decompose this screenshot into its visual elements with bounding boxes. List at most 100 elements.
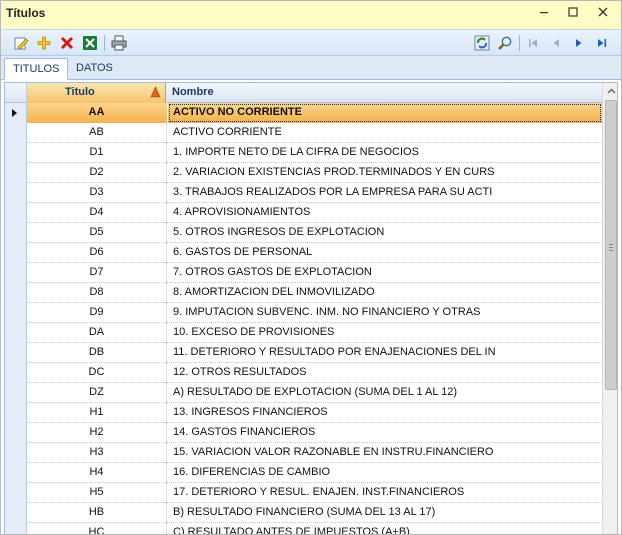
- cell-titulo[interactable]: DA: [27, 323, 167, 343]
- row-indicator[interactable]: [5, 183, 27, 203]
- table-row[interactable]: D8 8. AMORTIZACION DEL INMOVILIZADO: [5, 283, 602, 303]
- table-row[interactable]: H1 13. INGRESOS FINANCIEROS: [5, 403, 602, 423]
- table-row[interactable]: H3 15. VARIACION VALOR RAZONABLE EN INSTR…: [5, 443, 602, 463]
- cell-titulo[interactable]: H1: [27, 403, 167, 423]
- add-icon[interactable]: [35, 34, 53, 52]
- cell-nombre[interactable]: A) RESULTADO DE EXPLOTACION (SUMA DEL 1 …: [168, 383, 602, 403]
- row-indicator[interactable]: [5, 403, 27, 423]
- row-indicator[interactable]: [5, 343, 27, 363]
- row-indicator[interactable]: [5, 283, 27, 303]
- cell-nombre[interactable]: 10. EXCESO DE PROVISIONES: [168, 323, 602, 343]
- row-indicator[interactable]: [5, 223, 27, 243]
- cell-nombre[interactable]: 9. IMPUTACION SUBVENC. INM. NO FINANCIER…: [168, 303, 602, 323]
- row-indicator[interactable]: [5, 483, 27, 503]
- row-indicator[interactable]: [5, 423, 27, 443]
- cell-nombre[interactable]: 4. APROVISIONAMIENTOS: [168, 203, 602, 223]
- row-indicator[interactable]: [5, 123, 27, 143]
- cell-nombre[interactable]: 1. IMPORTE NETO DE LA CIFRA DE NEGOCIOS: [168, 143, 602, 163]
- row-indicator[interactable]: [5, 383, 27, 403]
- cell-titulo[interactable]: DC: [27, 363, 167, 383]
- table-row[interactable]: HB B) RESULTADO FINANCIERO (SUMA DEL 13 A…: [5, 503, 602, 523]
- cell-titulo[interactable]: HB: [27, 503, 167, 523]
- cell-nombre[interactable]: 3. TRABAJOS REALIZADOS POR LA EMPRESA PA…: [168, 183, 602, 203]
- column-header-titulo[interactable]: Titulo: [27, 83, 166, 103]
- cell-titulo[interactable]: D6: [27, 243, 167, 263]
- cell-nombre[interactable]: 13. INGRESOS FINANCIEROS: [168, 403, 602, 423]
- cell-titulo[interactable]: H3: [27, 443, 167, 463]
- row-indicator[interactable]: [5, 263, 27, 283]
- table-row[interactable]: AA ACTIVO NO CORRIENTE: [5, 103, 602, 123]
- table-row[interactable]: DB 11. DETERIORO Y RESULTADO POR ENAJENAC…: [5, 343, 602, 363]
- cell-titulo[interactable]: AB: [27, 123, 167, 143]
- cell-titulo[interactable]: H4: [27, 463, 167, 483]
- edit-icon[interactable]: [12, 34, 30, 52]
- row-indicator[interactable]: [5, 323, 27, 343]
- table-row[interactable]: D3 3. TRABAJOS REALIZADOS POR LA EMPRESA …: [5, 183, 602, 203]
- vertical-scrollbar[interactable]: [602, 83, 617, 534]
- table-row[interactable]: H4 16. DIFERENCIAS DE CAMBIO: [5, 463, 602, 483]
- cell-titulo[interactable]: D8: [27, 283, 167, 303]
- cell-nombre[interactable]: 17. DETERIORO Y RESUL. ENAJEN. INST.FINA…: [168, 483, 602, 503]
- table-row[interactable]: DA 10. EXCESO DE PROVISIONES: [5, 323, 602, 343]
- scroll-up-arrow[interactable]: [603, 83, 617, 99]
- cell-titulo[interactable]: D3: [27, 183, 167, 203]
- cell-nombre[interactable]: 11. DETERIORO Y RESULTADO POR ENAJENACIO…: [168, 343, 602, 363]
- table-row[interactable]: DZ A) RESULTADO DE EXPLOTACION (SUMA DEL …: [5, 383, 602, 403]
- cell-titulo[interactable]: D5: [27, 223, 167, 243]
- cell-nombre[interactable]: 8. AMORTIZACION DEL INMOVILIZADO: [168, 283, 602, 303]
- cell-titulo[interactable]: DB: [27, 343, 167, 363]
- previous-record-icon[interactable]: [547, 34, 565, 52]
- cell-titulo[interactable]: D2: [27, 163, 167, 183]
- tab-datos[interactable]: DATOS: [68, 58, 121, 80]
- cell-nombre[interactable]: 15. VARIACION VALOR RAZONABLE EN INSTRU.…: [168, 443, 602, 463]
- row-indicator[interactable]: [5, 363, 27, 383]
- table-row[interactable]: HC C) RESULTADO ANTES DE IMPUESTOS (A+B): [5, 523, 602, 534]
- cell-titulo[interactable]: D9: [27, 303, 167, 323]
- table-row[interactable]: H2 14. GASTOS FINANCIEROS: [5, 423, 602, 443]
- cell-nombre[interactable]: 5. OTROS INGRESOS DE EXPLOTACION: [168, 223, 602, 243]
- cell-nombre[interactable]: 14. GASTOS FINANCIEROS: [168, 423, 602, 443]
- cell-titulo[interactable]: AA: [27, 103, 167, 123]
- cell-nombre[interactable]: 16. DIFERENCIAS DE CAMBIO: [168, 463, 602, 483]
- refresh-icon[interactable]: [473, 34, 491, 52]
- cell-titulo[interactable]: HC: [27, 523, 167, 534]
- cell-nombre[interactable]: ACTIVO NO CORRIENTE: [168, 103, 602, 123]
- maximize-button[interactable]: [560, 3, 586, 25]
- cell-nombre[interactable]: 6. GASTOS DE PERSONAL: [168, 243, 602, 263]
- cell-nombre[interactable]: C) RESULTADO ANTES DE IMPUESTOS (A+B): [168, 523, 602, 534]
- table-row[interactable]: H5 17. DETERIORO Y RESUL. ENAJEN. INST.FI…: [5, 483, 602, 503]
- table-row[interactable]: D1 1. IMPORTE NETO DE LA CIFRA DE NEGOCIO…: [5, 143, 602, 163]
- row-indicator[interactable]: [5, 103, 27, 123]
- tab-titulos[interactable]: TITULOS: [4, 58, 69, 80]
- table-row[interactable]: D9 9. IMPUTACION SUBVENC. INM. NO FINANCI…: [5, 303, 602, 323]
- close-button[interactable]: [590, 3, 616, 25]
- row-indicator[interactable]: [5, 203, 27, 223]
- table-row[interactable]: D2 2. VARIACION EXISTENCIAS PROD.TERMINAD…: [5, 163, 602, 183]
- table-row[interactable]: AB ACTIVO CORRIENTE: [5, 123, 602, 143]
- cell-titulo[interactable]: D1: [27, 143, 167, 163]
- row-indicator[interactable]: [5, 503, 27, 523]
- table-row[interactable]: DC 12. OTROS RESULTADOS: [5, 363, 602, 383]
- cell-nombre[interactable]: ACTIVO CORRIENTE: [168, 123, 602, 143]
- table-row[interactable]: D5 5. OTROS INGRESOS DE EXPLOTACION: [5, 223, 602, 243]
- row-indicator[interactable]: [5, 143, 27, 163]
- row-indicator[interactable]: [5, 163, 27, 183]
- excel-icon[interactable]: [81, 34, 99, 52]
- cell-nombre[interactable]: 7. OTROS GASTOS DE EXPLOTACION: [168, 263, 602, 283]
- print-icon[interactable]: [110, 34, 128, 52]
- cell-nombre[interactable]: B) RESULTADO FINANCIERO (SUMA DEL 13 AL …: [168, 503, 602, 523]
- title-bar[interactable]: Títulos: [1, 1, 621, 29]
- row-indicator[interactable]: [5, 243, 27, 263]
- last-record-icon[interactable]: [593, 34, 611, 52]
- cell-nombre[interactable]: 2. VARIACION EXISTENCIAS PROD.TERMINADOS…: [168, 163, 602, 183]
- cell-titulo[interactable]: H5: [27, 483, 167, 503]
- delete-icon[interactable]: [58, 34, 76, 52]
- next-record-icon[interactable]: [570, 34, 588, 52]
- cell-titulo[interactable]: DZ: [27, 383, 167, 403]
- cell-titulo[interactable]: H2: [27, 423, 167, 443]
- search-icon[interactable]: [496, 34, 514, 52]
- row-indicator[interactable]: [5, 303, 27, 323]
- column-header-nombre[interactable]: Nombre: [167, 83, 602, 103]
- minimize-button[interactable]: [531, 3, 557, 25]
- row-indicator[interactable]: [5, 523, 27, 534]
